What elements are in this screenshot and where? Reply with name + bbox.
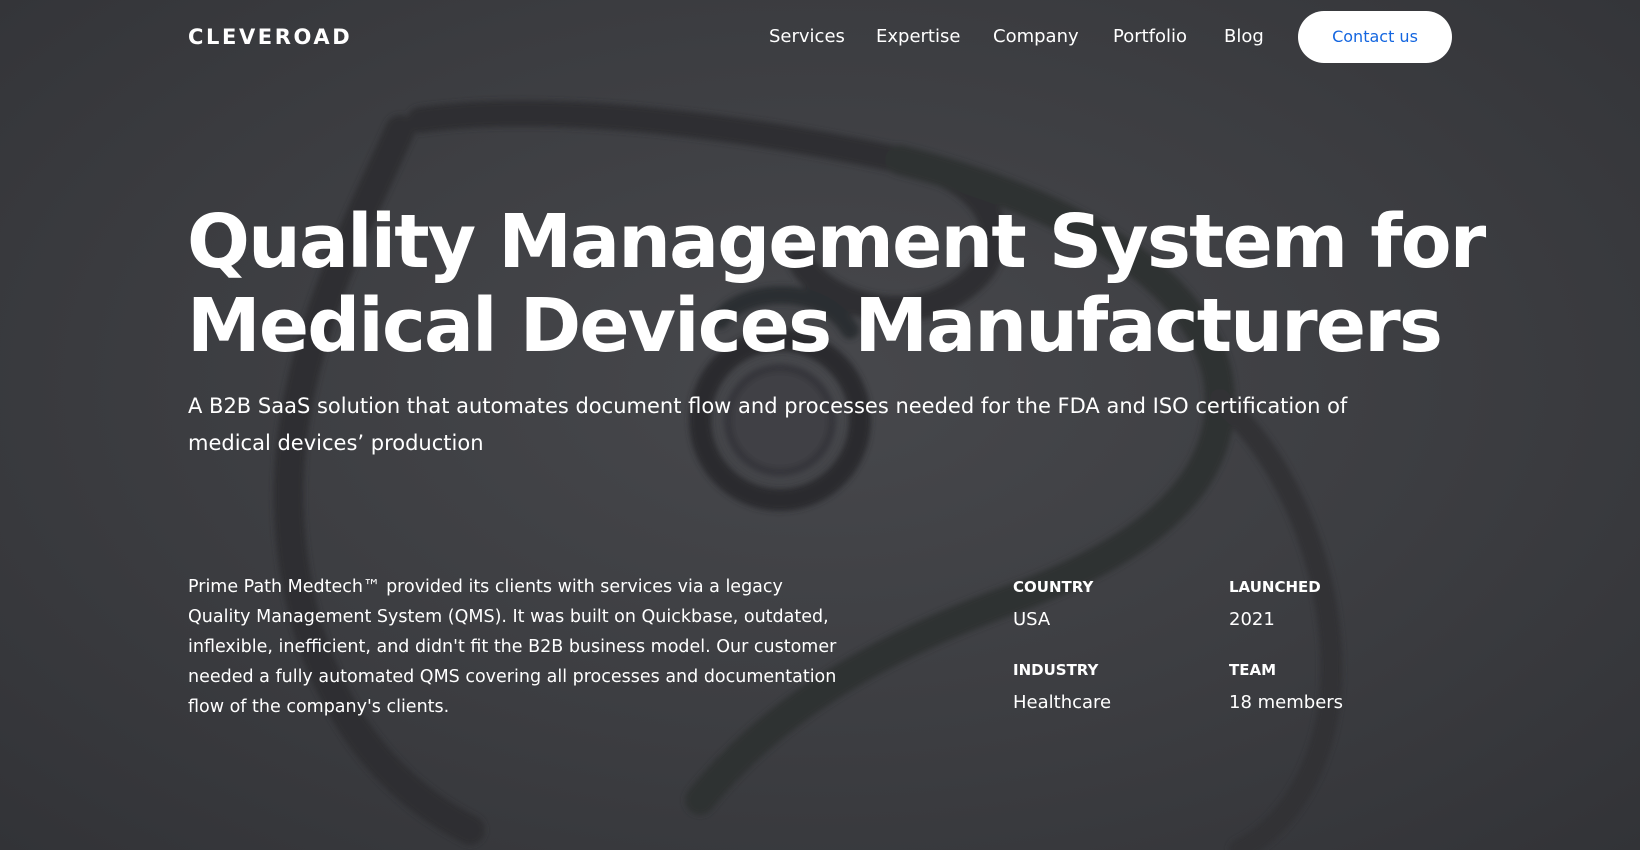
country-value: USA (1013, 609, 1051, 630)
page-title: Quality Management System for Medical De… (187, 200, 1487, 368)
page-subtitle: A B2B SaaS solution that automates docum… (188, 394, 1348, 455)
page-title-line-1: Quality Management System for (187, 199, 1486, 285)
launched-label: LAUNCHED (1229, 578, 1321, 596)
page-title-line-2: Medical Devices Manufacturers (187, 283, 1443, 369)
nav-item-company[interactable]: Company (993, 24, 1079, 50)
nav-item-services[interactable]: Services (769, 24, 845, 50)
country-label: COUNTRY (1013, 578, 1094, 596)
project-description: Prime Path Medtech™ provided its clients… (188, 577, 837, 717)
contact-us-button[interactable]: Contact us (1298, 11, 1452, 63)
logo[interactable]: CLEVEROAD (188, 24, 352, 50)
team-label: TEAM (1229, 661, 1277, 679)
launched-value: 2021 (1229, 609, 1275, 630)
team-value: 18 members (1229, 692, 1344, 713)
nav-item-blog[interactable]: Blog (1224, 24, 1264, 50)
nav-item-expertise[interactable]: Expertise (876, 24, 960, 50)
site-header: CLEVEROAD Services Expertise Company Por… (0, 0, 1640, 74)
industry-value: Healthcare (1013, 692, 1112, 713)
nav-item-portfolio[interactable]: Portfolio (1113, 24, 1187, 50)
industry-label: INDUSTRY (1013, 661, 1099, 679)
